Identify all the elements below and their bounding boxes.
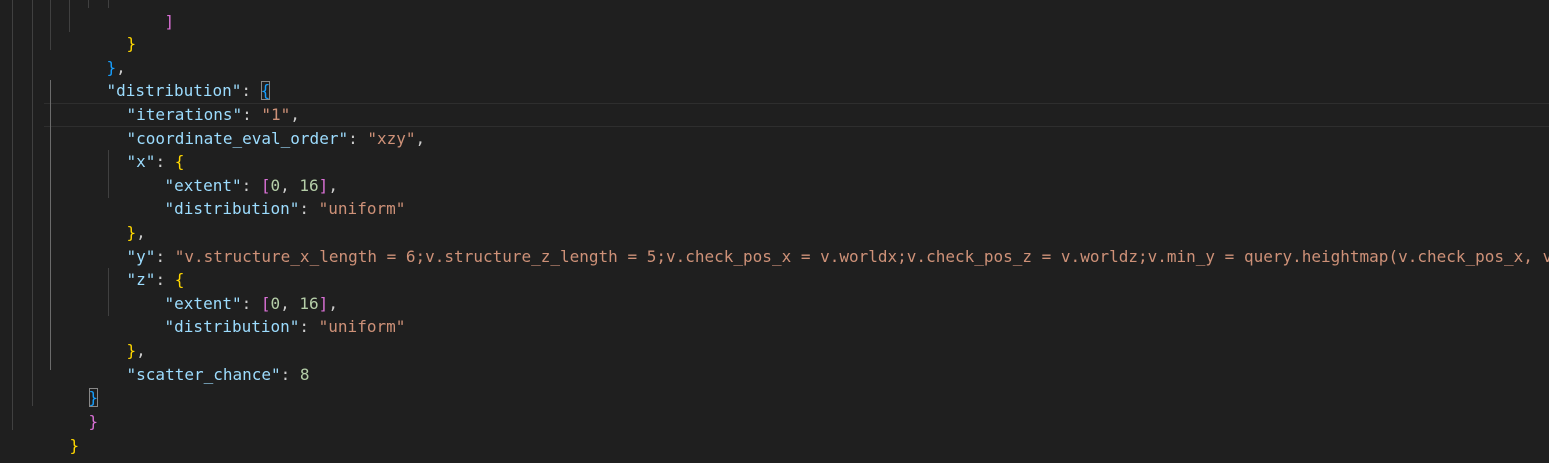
token: "scatter_chance" <box>126 365 281 384</box>
code-line[interactable]: } <box>50 386 99 431</box>
code-line[interactable]: "y": "v.structure_x_length = 6;v.structu… <box>88 221 1549 266</box>
token: } <box>69 436 80 455</box>
code-editor[interactable]: ] } }, "distribution": { "iterations": "… <box>0 0 1549 463</box>
code-line[interactable]: "distribution": { <box>68 55 271 100</box>
code-line[interactable]: "extent": [0, 16], <box>126 268 338 313</box>
indent-guide <box>88 0 89 8</box>
token: "uniform" <box>318 199 406 218</box>
token: , <box>415 129 426 148</box>
code-line[interactable]: "distribution": "uniform" <box>126 291 406 336</box>
token: "uniform" <box>318 317 406 336</box>
token: } <box>88 412 99 431</box>
code-line[interactable]: }, <box>88 315 146 360</box>
indent-guide <box>12 0 13 430</box>
token: } <box>126 34 137 53</box>
token: : <box>280 365 300 384</box>
token: "xzy" <box>367 129 416 148</box>
code-line[interactable]: "z": { <box>88 244 185 289</box>
indent-guide <box>69 0 70 32</box>
indent-guide <box>32 0 33 406</box>
code-line-current[interactable]: "coordinate_eval_order": "xzy", <box>88 103 426 148</box>
token: "v.structure_x_length = 6;v.structure_z_… <box>174 247 1549 266</box>
token: : <box>299 317 319 336</box>
code-line[interactable]: } <box>88 8 137 53</box>
code-line[interactable]: "scatter_chance": 8 <box>88 339 310 384</box>
token: "distribution" <box>164 199 300 218</box>
code-line[interactable]: "distribution": "uniform" <box>126 173 406 218</box>
token: : <box>348 129 368 148</box>
code-line[interactable]: }, <box>68 32 126 77</box>
code-line[interactable]: "extent": [0, 16], <box>126 150 338 195</box>
indent-guide-active <box>50 80 51 370</box>
indent-guide <box>50 0 51 50</box>
token: 8 <box>299 365 310 384</box>
token: ] <box>164 12 175 31</box>
token: "distribution" <box>164 317 300 336</box>
token: : <box>299 199 319 218</box>
code-line[interactable]: } <box>50 362 99 407</box>
code-line[interactable]: } <box>31 410 80 455</box>
code-line[interactable]: "x": { <box>88 126 185 171</box>
indent-guide <box>108 0 109 8</box>
code-line[interactable]: "iterations": "1", <box>88 79 300 124</box>
code-line[interactable]: }, <box>88 197 146 242</box>
